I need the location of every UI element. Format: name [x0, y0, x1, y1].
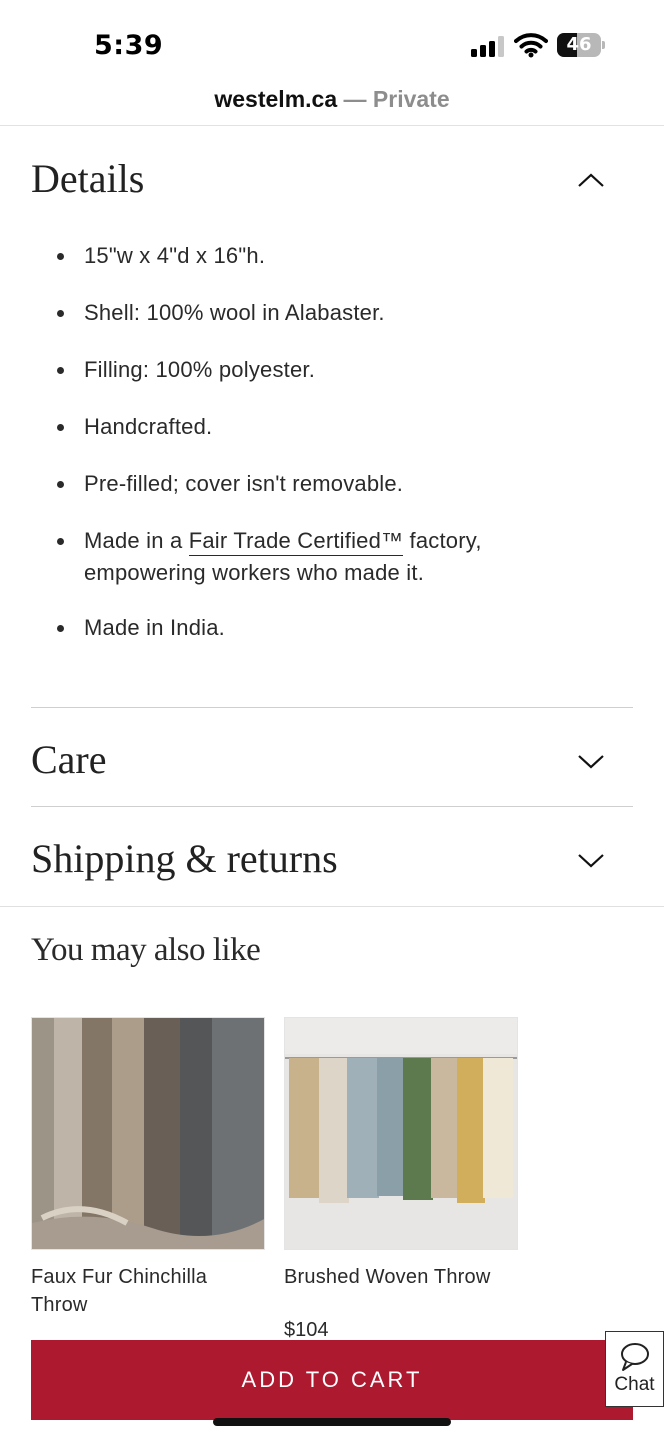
- chat-button[interactable]: Chat: [605, 1331, 664, 1407]
- divider: [31, 806, 633, 807]
- url-separator: —: [343, 86, 373, 112]
- shipping-accordion-header[interactable]: Shipping & returns: [31, 829, 633, 889]
- details-item: Made in India.: [31, 612, 591, 644]
- recommendations-title: You may also like: [31, 932, 261, 968]
- add-to-cart-button[interactable]: ADD TO CART: [31, 1340, 633, 1420]
- product-name[interactable]: Brushed Woven Throw: [284, 1263, 518, 1291]
- care-accordion-header[interactable]: Care: [31, 730, 633, 790]
- details-item: Shell: 100% wool in Alabaster.: [31, 297, 591, 329]
- chevron-down-icon: [578, 854, 604, 868]
- product-name[interactable]: Faux Fur Chinchilla Throw: [31, 1263, 265, 1319]
- fair-trade-prefix: Made in a: [84, 528, 189, 553]
- details-item: Pre-filled; cover isn't removable.: [31, 468, 591, 500]
- care-title: Care: [31, 737, 107, 782]
- url-domain: westelm.ca: [214, 86, 338, 112]
- chat-label: Chat: [614, 1374, 655, 1395]
- private-mode-label: Private: [372, 86, 450, 112]
- address-bar[interactable]: westelm.ca — Private: [0, 84, 664, 126]
- details-item: 15"w x 4"d x 16"h.: [31, 240, 591, 272]
- details-item: Filling: 100% polyester.: [31, 354, 591, 386]
- status-time: 5:39: [94, 30, 164, 61]
- home-indicator[interactable]: [213, 1418, 451, 1426]
- speech-bubble-icon: [621, 1343, 649, 1371]
- battery-percent: 46: [566, 34, 592, 55]
- product-price: $104: [284, 1319, 329, 1341]
- status-bar: 5:39 46: [0, 0, 664, 84]
- details-accordion-header[interactable]: Details: [31, 150, 633, 210]
- shipping-title: Shipping & returns: [31, 836, 338, 881]
- divider: [31, 707, 633, 708]
- chevron-down-icon: [578, 755, 604, 769]
- cellular-signal-icon: [471, 35, 507, 57]
- wifi-icon: [514, 32, 548, 58]
- product-image-faux-fur-throw[interactable]: [31, 1017, 265, 1250]
- details-item: Handcrafted.: [31, 411, 591, 443]
- product-image-brushed-woven-throw[interactable]: [284, 1017, 518, 1250]
- section-divider: [0, 906, 664, 907]
- details-item-fair-trade: Made in a Fair Trade Certified™ factory,…: [31, 525, 591, 589]
- chevron-up-icon: [578, 173, 604, 187]
- battery-icon: 46: [557, 33, 605, 57]
- details-title: Details: [31, 156, 145, 201]
- fair-trade-link[interactable]: Fair Trade Certified™: [188, 528, 404, 556]
